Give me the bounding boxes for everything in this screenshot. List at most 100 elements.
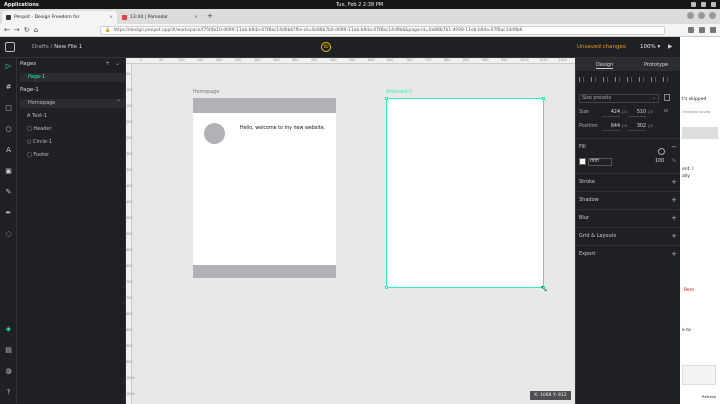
help-icon[interactable]: ? <box>4 388 13 397</box>
add-blur-icon[interactable]: + <box>671 214 677 222</box>
add-fill-icon[interactable]: − <box>671 143 677 151</box>
tab-prototype[interactable]: Prototype <box>644 62 668 68</box>
color-palette-icon[interactable]: ◍ <box>4 367 13 376</box>
width-input[interactable]: 424 <box>602 109 620 117</box>
address-bar[interactable]: 🔒 https://design.penpot.app/#/workspace/… <box>100 26 665 35</box>
board-artboard-selected[interactable] <box>385 97 545 289</box>
align-center-icon[interactable] <box>591 77 596 82</box>
layer-footer[interactable]: □ Footer <box>27 152 49 158</box>
export-section[interactable]: Export + <box>579 250 677 258</box>
close-tab-icon[interactable]: × <box>194 15 198 20</box>
tab-penpot[interactable]: Penpot - Design Freedom for × <box>2 11 117 24</box>
volume-icon[interactable] <box>701 2 706 7</box>
board-homepage[interactable]: Hello, welcome to my new website. <box>193 98 336 278</box>
fill-opacity-input[interactable]: 100 <box>655 159 664 164</box>
layers-icon[interactable]: ◈ <box>4 325 13 334</box>
homepage-circle[interactable] <box>204 123 225 144</box>
x-input[interactable]: 644 <box>602 123 620 131</box>
size-presets-dropdown[interactable]: Size presets ⌄ <box>579 94 659 103</box>
y-input[interactable]: 302 <box>628 123 646 131</box>
maximize-icon[interactable] <box>698 12 705 19</box>
board-tool-icon[interactable]: # <box>4 83 13 92</box>
move-tool-icon[interactable]: ▷ <box>4 62 13 71</box>
align-left-icon[interactable] <box>579 77 584 82</box>
view-mode-button[interactable]: 00 <box>321 42 331 52</box>
library-icon[interactable] <box>688 27 694 33</box>
lock-proportions-icon[interactable]: ⊡ <box>664 109 668 114</box>
board-label-homepage[interactable]: Homepage <box>193 90 219 95</box>
tab-pomodoro[interactable]: 13:44 | Pomodor × <box>118 11 202 24</box>
breadcrumb-project[interactable]: Drafts <box>32 44 49 50</box>
back-icon[interactable]: ← <box>4 26 10 34</box>
collapse-layer-icon[interactable]: ⌃ <box>116 99 121 106</box>
stroke-section[interactable]: Stroke + <box>579 178 677 186</box>
orientation-portrait-icon[interactable] <box>664 94 670 101</box>
curve-tool-icon[interactable]: ✎ <box>4 188 13 197</box>
ruler-tick: 250 <box>126 136 133 140</box>
image-tool-icon[interactable]: ▣ <box>4 167 13 176</box>
rectangle-tool-icon[interactable]: □ <box>4 104 13 113</box>
resize-handle[interactable] <box>542 97 545 100</box>
ruler-tick: 500 <box>330 58 337 62</box>
blur-section[interactable]: Blur + <box>579 214 677 222</box>
add-page-icon[interactable]: + <box>105 60 110 67</box>
home-icon[interactable]: ⌂ <box>34 26 38 34</box>
homepage-footer[interactable] <box>193 265 336 278</box>
canvas[interactable]: 0 50 100 150 200 250 300 350 400 450 500 550 600 650 7… <box>126 58 575 404</box>
applications-menu[interactable]: Applications <box>4 2 39 8</box>
layer-circle-1[interactable]: ○ Circle-1 <box>27 139 52 145</box>
toggle-visibility-icon[interactable] <box>658 148 665 155</box>
ellipse-tool-icon[interactable]: ○ <box>4 125 13 134</box>
play-icon[interactable]: ▶ <box>668 43 673 50</box>
add-export-icon[interactable]: + <box>671 250 677 258</box>
distribute-vertical-icon[interactable] <box>663 77 668 82</box>
y-unit: px <box>648 124 654 129</box>
grid-layouts-section[interactable]: Grid & Layouts + <box>579 232 677 240</box>
align-middle-icon[interactable] <box>627 77 632 82</box>
minimize-icon[interactable] <box>687 12 694 19</box>
board-label-artboard[interactable]: Artboard-0 <box>386 90 412 95</box>
align-top-icon[interactable] <box>615 77 620 82</box>
side-text[interactable]: Refresh <box>702 394 716 399</box>
text-tool-icon[interactable]: A <box>4 146 13 155</box>
align-right-icon[interactable] <box>603 77 608 82</box>
cursor-coordinates: X: 1068 Y: 812 <box>530 391 571 400</box>
extension-icon[interactable] <box>699 27 705 33</box>
x-unit: px <box>622 124 628 129</box>
resize-handle[interactable] <box>385 286 388 289</box>
homepage-header[interactable] <box>193 98 336 113</box>
distribute-horizontal-icon[interactable] <box>651 77 656 82</box>
comments-tool-icon[interactable]: ◌ <box>4 230 13 239</box>
menu-icon[interactable] <box>710 27 716 33</box>
close-window-icon[interactable] <box>709 12 716 19</box>
forward-icon[interactable]: → <box>14 26 20 34</box>
close-tab-icon[interactable]: × <box>109 15 113 20</box>
layer-header[interactable]: □ Header <box>27 126 52 132</box>
collapse-pages-icon[interactable]: ⌄ <box>115 60 120 67</box>
zoom-dropdown[interactable]: 100% ▾ <box>640 44 660 50</box>
penpot-logo-icon[interactable] <box>5 42 15 52</box>
path-tool-icon[interactable]: ✒ <box>4 209 13 218</box>
homepage-text[interactable]: Hello, welcome to my new website. <box>240 126 325 131</box>
layer-homepage[interactable]: Homepage <box>20 99 125 108</box>
align-bottom-icon[interactable] <box>639 77 644 82</box>
new-tab-button[interactable]: + <box>207 12 213 20</box>
fill-hex-input[interactable]: ffffff <box>588 158 612 166</box>
height-input[interactable]: 510 <box>628 109 646 117</box>
tool-bar: ▷ # □ ○ A ▣ ✎ ✒ ◌ ◈ ▤ ◍ ? <box>0 58 17 404</box>
assets-icon[interactable]: ▤ <box>4 346 13 355</box>
shadow-section[interactable]: Shadow + <box>579 196 677 204</box>
add-grid-icon[interactable]: + <box>671 232 677 240</box>
power-icon[interactable] <box>711 2 716 7</box>
resize-handle[interactable] <box>385 97 388 100</box>
page-item[interactable]: Page-1 <box>20 73 125 82</box>
add-shadow-icon[interactable]: + <box>671 196 677 204</box>
fill-color-swatch[interactable] <box>579 158 586 165</box>
reload-icon[interactable]: ↻ <box>24 26 30 34</box>
add-stroke-icon[interactable]: + <box>671 178 677 186</box>
network-icon[interactable] <box>691 2 696 7</box>
breadcrumb-file[interactable]: New File 1 <box>54 44 82 50</box>
tab-design[interactable]: Design <box>596 62 614 69</box>
os-clock[interactable]: Tue, Feb 2 2:38 PM <box>336 2 383 8</box>
layer-text-1[interactable]: A Text-1 <box>27 113 47 119</box>
